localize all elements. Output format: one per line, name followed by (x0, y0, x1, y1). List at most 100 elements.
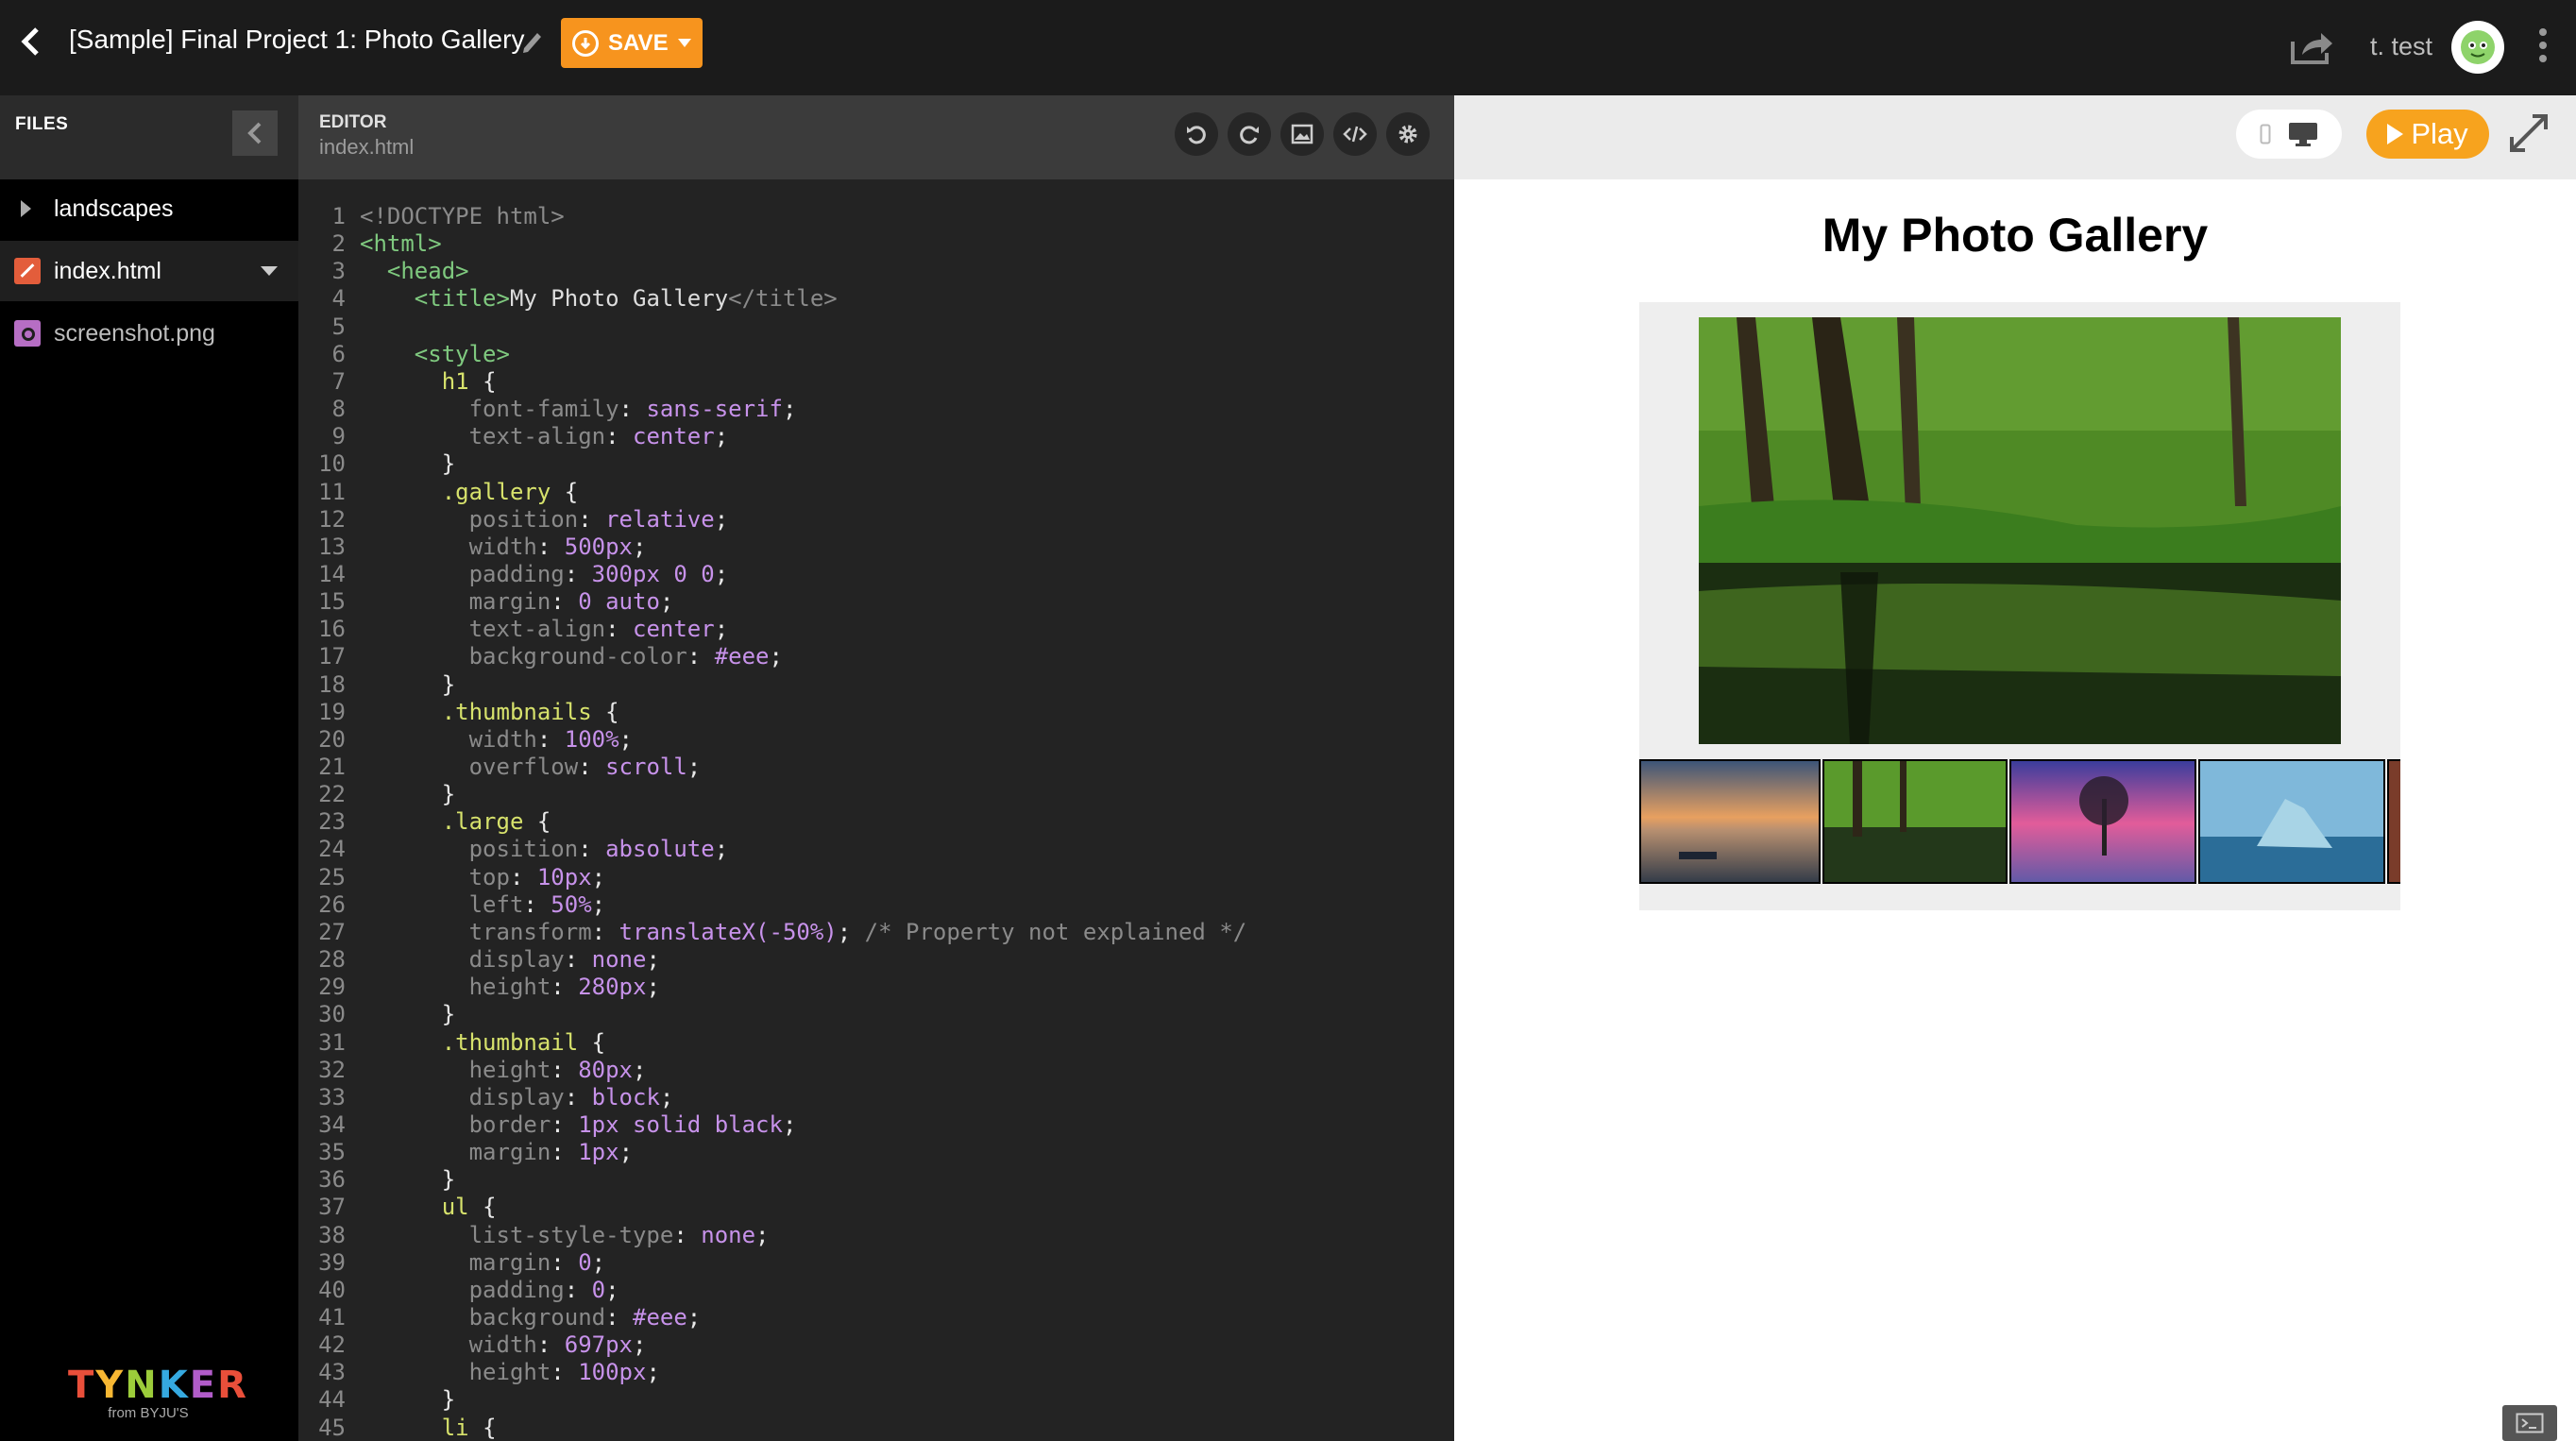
code-line[interactable]: 25 top: 10px; (298, 864, 1454, 891)
code-line[interactable]: 4 <title>My Photo Gallery</title> (298, 285, 1454, 313)
rename-button[interactable] (520, 27, 547, 56)
line-number: 5 (331, 313, 346, 340)
line-number: 42 (318, 1331, 346, 1359)
code-line[interactable]: 18 } (298, 671, 1454, 699)
code-line[interactable]: 38 list-style-type: none; (298, 1222, 1454, 1249)
code-line[interactable]: 27 transform: translateX(-50%); /* Prope… (298, 919, 1454, 946)
code-editor[interactable]: 1 <!DOCTYPE html> 2 <html> 3 <head> 4 <title>… (298, 179, 1454, 1441)
files-title: FILES (15, 114, 69, 134)
code-line[interactable]: 26 left: 50%; (298, 891, 1454, 919)
code-line[interactable]: 43 height: 100px; (298, 1359, 1454, 1386)
device-toggle[interactable] (2236, 110, 2342, 159)
code-line[interactable]: 2 <html> (298, 230, 1454, 258)
thumbnail-partial[interactable] (2387, 759, 2400, 884)
code-line[interactable]: 20 width: 100%; (298, 726, 1454, 754)
code-line[interactable]: 23 .large { (298, 808, 1454, 836)
code-line[interactable]: 8 font-family: sans-serif; (298, 396, 1454, 423)
code-line[interactable]: 9 text-align: center; (298, 423, 1454, 450)
avatar[interactable] (2451, 21, 2504, 74)
file-item-index-html[interactable]: index.html (0, 241, 298, 301)
line-number: 27 (318, 918, 346, 945)
redo-button[interactable] (1228, 112, 1271, 156)
thumbnails-strip[interactable] (1639, 759, 2400, 891)
code-line[interactable]: 15 margin: 0 auto; (298, 588, 1454, 616)
share-button[interactable] (2289, 28, 2336, 66)
undo-button[interactable] (1175, 112, 1218, 156)
code-line[interactable]: 33 display: block; (298, 1084, 1454, 1111)
code-text: <style> (414, 340, 510, 367)
thumbnail-lake-sunset[interactable] (1639, 759, 1821, 884)
gallery (1639, 302, 2400, 910)
thumbnail-iceberg[interactable] (2198, 759, 2385, 884)
code-line[interactable]: 11 .gallery { (298, 479, 1454, 506)
code-line[interactable]: 36 } (298, 1166, 1454, 1194)
avatar-icon (2461, 30, 2495, 64)
code-line[interactable]: 13 width: 500px; (298, 534, 1454, 561)
save-button[interactable]: SAVE (561, 18, 703, 68)
insert-image-button[interactable] (1280, 112, 1324, 156)
settings-button[interactable] (1386, 112, 1430, 156)
gallery-title: My Photo Gallery (1822, 209, 2209, 262)
line-number: 22 (318, 781, 346, 808)
play-button[interactable]: Play (2366, 110, 2489, 159)
code-line[interactable]: 7 h1 { (298, 368, 1454, 396)
file-item-landscapes[interactable]: landscapes (0, 178, 298, 239)
code-text: width: 697px; (468, 1331, 647, 1359)
image-file-icon (14, 320, 41, 347)
console-button[interactable] (2502, 1405, 2557, 1441)
thumbnail-pink-tree[interactable] (2009, 759, 2196, 884)
code-line[interactable]: 3 <head> (298, 258, 1454, 285)
line-number: 30 (318, 1001, 346, 1028)
code-line[interactable]: 16 text-align: center; (298, 616, 1454, 643)
file-options-icon[interactable] (261, 266, 278, 276)
code-line[interactable]: 10 } (298, 450, 1454, 478)
code-line[interactable]: 6 <style> (298, 341, 1454, 368)
file-item-screenshot-png[interactable]: screenshot.png (0, 303, 298, 364)
project-title[interactable]: [Sample] Final Project 1: Photo Gallery (69, 25, 524, 55)
code-line[interactable]: 5 (298, 314, 1454, 341)
more-menu-icon[interactable] (2533, 25, 2553, 70)
code-line[interactable]: 40 padding: 0; (298, 1277, 1454, 1304)
username[interactable]: t. test (2370, 32, 2432, 61)
code-line[interactable]: 37 ul { (298, 1194, 1454, 1221)
back-button[interactable] (9, 19, 51, 64)
code-line[interactable]: 12 position: relative; (298, 506, 1454, 534)
code-text: } (441, 1386, 456, 1414)
code-line[interactable]: 30 } (298, 1001, 1454, 1028)
code-line[interactable]: 21 overflow: scroll; (298, 754, 1454, 781)
code-line[interactable]: 34 border: 1px solid black; (298, 1111, 1454, 1139)
code-line[interactable]: 39 margin: 0; (298, 1249, 1454, 1277)
expand-button[interactable] (2508, 112, 2553, 158)
thumbnail-forest-stream[interactable] (1822, 759, 2008, 884)
code-line[interactable]: 42 width: 697px; (298, 1331, 1454, 1359)
collapse-files-button[interactable] (232, 110, 278, 156)
phone-icon[interactable] (2260, 124, 2271, 144)
code-line[interactable]: 19 .thumbnails { (298, 699, 1454, 726)
code-text: <title>My Photo Gallery</title> (414, 285, 838, 313)
code-line[interactable]: 44 } (298, 1386, 1454, 1414)
code-text: } (441, 450, 456, 478)
code-text: .thumbnails { (441, 698, 619, 725)
code-text: overflow: scroll; (468, 754, 702, 780)
line-number: 40 (318, 1276, 346, 1303)
code-line[interactable]: 45 li { (298, 1415, 1454, 1441)
code-line[interactable]: 17 background-color: #eee; (298, 643, 1454, 670)
code-text: font-family: sans-serif; (468, 396, 797, 423)
code-line[interactable]: 35 margin: 1px; (298, 1139, 1454, 1166)
code-line[interactable]: 22 } (298, 781, 1454, 808)
code-line[interactable]: 14 padding: 300px 0 0; (298, 561, 1454, 588)
file-item-label: index.html (54, 257, 161, 284)
code-line[interactable]: 28 display: none; (298, 946, 1454, 974)
code-line[interactable]: 29 height: 280px; (298, 974, 1454, 1001)
code-line[interactable]: 32 height: 80px; (298, 1057, 1454, 1084)
code-view-button[interactable] (1333, 112, 1377, 156)
code-line[interactable]: 41 background: #eee; (298, 1304, 1454, 1331)
line-number: 31 (318, 1028, 346, 1056)
desktop-icon[interactable] (2288, 122, 2318, 146)
code-line[interactable]: 24 position: absolute; (298, 836, 1454, 863)
save-label: SAVE (608, 29, 669, 56)
code-line[interactable]: 1 <!DOCTYPE html> (298, 203, 1454, 230)
line-number: 3 (331, 258, 346, 285)
code-line[interactable]: 31 .thumbnail { (298, 1029, 1454, 1057)
gear-icon (1398, 125, 1417, 144)
